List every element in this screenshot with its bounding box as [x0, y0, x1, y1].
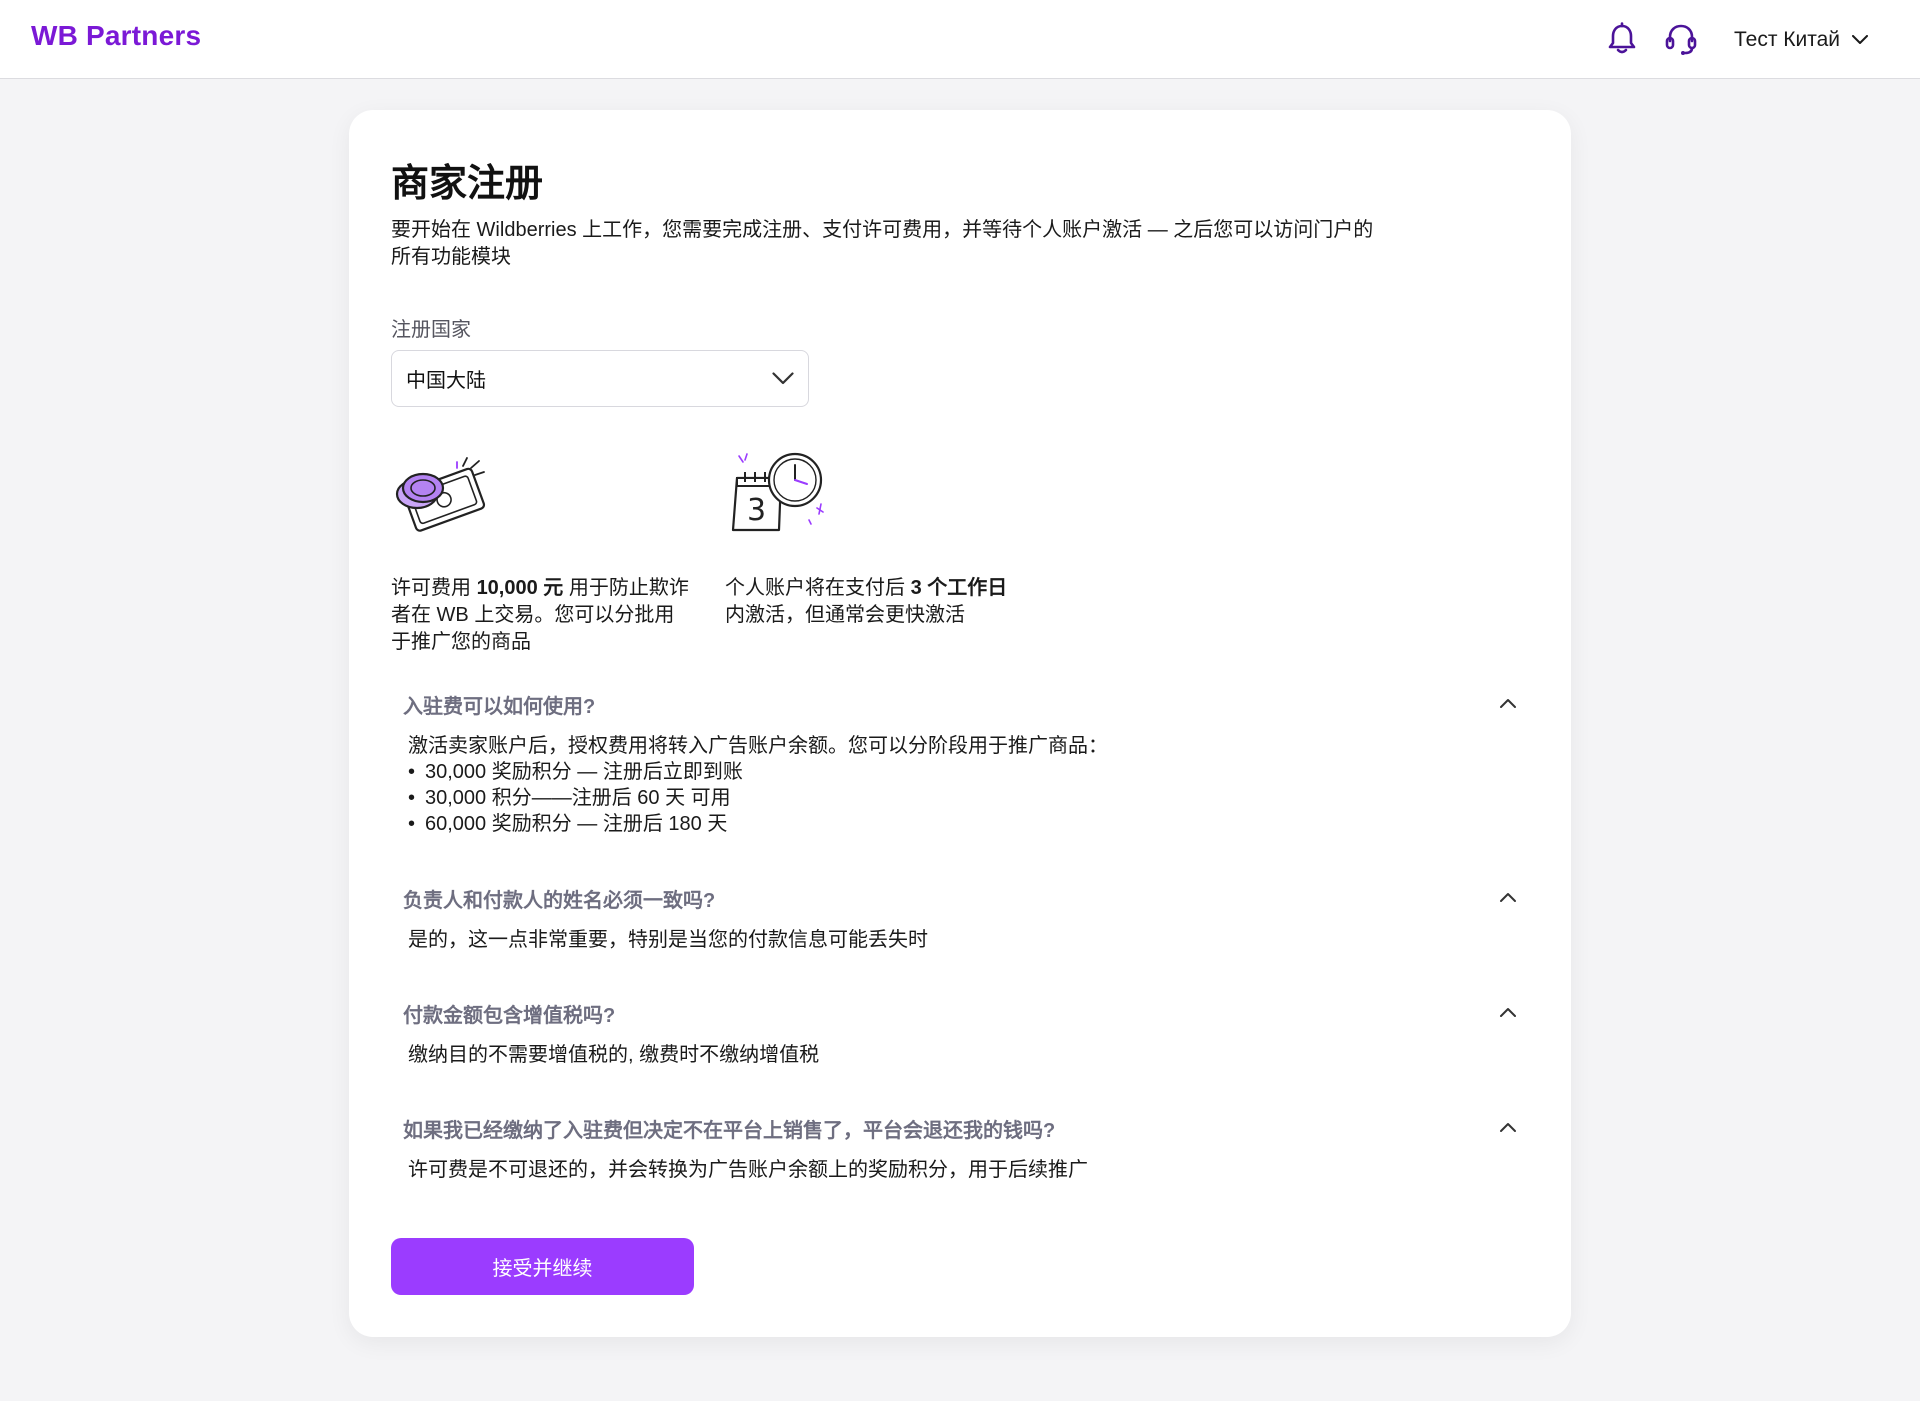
- feature-fee-amount: 10,000 元: [476, 577, 564, 599]
- faq-question[interactable]: 入驻费可以如何使用?: [391, 684, 1529, 724]
- faq-answer: 许可费是不可退还的，并会转换为广告账户余额上的奖励积分，用于后续推广: [391, 1157, 1529, 1183]
- headset-support-icon[interactable]: [1664, 22, 1698, 56]
- bell-icon[interactable]: [1607, 22, 1637, 56]
- faq-item: 负责人和付款人的姓名必须一致吗? 是的，这一点非常重要，特别是当您的付款信息可能…: [391, 878, 1529, 953]
- svg-text:3: 3: [747, 493, 766, 528]
- faq-question[interactable]: 如果我已经缴纳了入驻费但决定不在平台上销售了，平台会退还我的钱吗?: [391, 1108, 1529, 1148]
- country-label: 注册国家: [391, 319, 471, 341]
- user-name: Тест Китай: [1734, 28, 1841, 51]
- chevron-up-icon: [1500, 699, 1516, 708]
- faq-answer-lead: 缴纳目的不需要增值税的, 缴费时不缴纳增值税: [408, 1044, 820, 1066]
- page-title: 商家注册: [391, 163, 544, 205]
- faq-item: 付款金额包含增值税吗? 缴纳目的不需要增值税的, 缴费时不缴纳增值税: [391, 993, 1529, 1068]
- faq-answer-lead: 是的，这一点非常重要，特别是当您的付款信息可能丢失时: [408, 929, 928, 951]
- feature-activation-text-c: 内激活，但通常会更快激活: [725, 604, 965, 626]
- intro-text: 要开始在 Wildberries 上工作，您需要完成注册、支付许可费用，并等待个…: [391, 219, 1374, 268]
- faq-answer: 激活卖家账户后，授权费用将转入广告账户余额。您可以分阶段用于推广商品： 30,0…: [391, 733, 1529, 837]
- feature-activation-text-a: 个人账户将在支付后: [725, 577, 911, 599]
- faq-question[interactable]: 付款金额包含增值税吗?: [391, 993, 1529, 1033]
- feature-activation-days: 3 个工作日: [910, 577, 1008, 599]
- faq-answer-lead: 激活卖家账户后，授权费用将转入广告账户余额。您可以分阶段用于推广商品：: [408, 735, 1108, 757]
- accept-continue-button[interactable]: 接受并继续: [391, 1238, 694, 1295]
- faq-answer: 缴纳目的不需要增值税的, 缴费时不缴纳增值税: [391, 1042, 1529, 1068]
- faq-answer-lead: 许可费是不可退还的，并会转换为广告账户余额上的奖励积分，用于后续推广: [408, 1159, 1088, 1181]
- faq-question-text: 付款金额包含增值税吗?: [403, 1004, 616, 1027]
- chevron-down-icon: [772, 372, 794, 385]
- feature-fee-text-a: 许可费用: [391, 577, 477, 599]
- chevron-up-icon: [1500, 893, 1516, 902]
- feature-fee-text: 许可费用 10,000 元 用于防止欺诈者在 WB 上交易。您可以分批用于推广您…: [391, 575, 691, 656]
- faq-answer: 是的，这一点非常重要，特别是当您的付款信息可能丢失时: [391, 927, 1529, 953]
- faq-answer-list: 30,000 奖励积分 — 注册后立即到账 30,000 积分——注册后 60 …: [408, 759, 1529, 837]
- user-menu[interactable]: Тест Китай: [1734, 27, 1869, 53]
- country-select[interactable]: 中国大陆: [391, 350, 809, 407]
- chevron-up-icon: [1500, 1123, 1516, 1132]
- feature-activation-text: 个人账户将在支付后 3 个工作日 内激活，但通常会更快激活: [725, 575, 1025, 629]
- faq-question-text: 负责人和付款人的姓名必须一致吗?: [403, 889, 716, 912]
- calendar-clock-icon: 3: [731, 452, 824, 532]
- list-item: 60,000 奖励积分 — 注册后 180 天: [408, 811, 1529, 837]
- logo[interactable]: WB Partners: [31, 20, 201, 52]
- chevron-down-icon: [1852, 35, 1869, 44]
- registration-card: 商家注册 要开始在 Wildberries 上工作，您需要完成注册、支付许可费用…: [349, 110, 1571, 1337]
- coin-banknote-icon: [395, 457, 486, 532]
- top-bar: WB Partners Тест Китай: [0, 0, 1920, 79]
- faq-question-text: 如果我已经缴纳了入驻费但决定不在平台上销售了，平台会退还我的钱吗?: [403, 1119, 1056, 1142]
- faq-question[interactable]: 负责人和付款人的姓名必须一致吗?: [391, 878, 1529, 918]
- chevron-up-icon: [1500, 1008, 1516, 1017]
- faq-question-text: 入驻费可以如何使用?: [403, 695, 596, 718]
- feature-activation: 3 个人账户将在支付后 3 个工作日 内激活，但通常会更快激活: [725, 448, 1025, 629]
- faq-item: 入驻费可以如何使用? 激活卖家账户后，授权费用将转入广告账户余额。您可以分阶段用…: [391, 684, 1529, 837]
- country-select-value: 中国大陆: [406, 370, 486, 392]
- list-item: 30,000 奖励积分 — 注册后立即到账: [408, 759, 1529, 785]
- faq-item: 如果我已经缴纳了入驻费但决定不在平台上销售了，平台会退还我的钱吗? 许可费是不可…: [391, 1108, 1529, 1183]
- list-item: 30,000 积分——注册后 60 天 可用: [408, 785, 1529, 811]
- feature-fee: 许可费用 10,000 元 用于防止欺诈者在 WB 上交易。您可以分批用于推广您…: [391, 448, 691, 656]
